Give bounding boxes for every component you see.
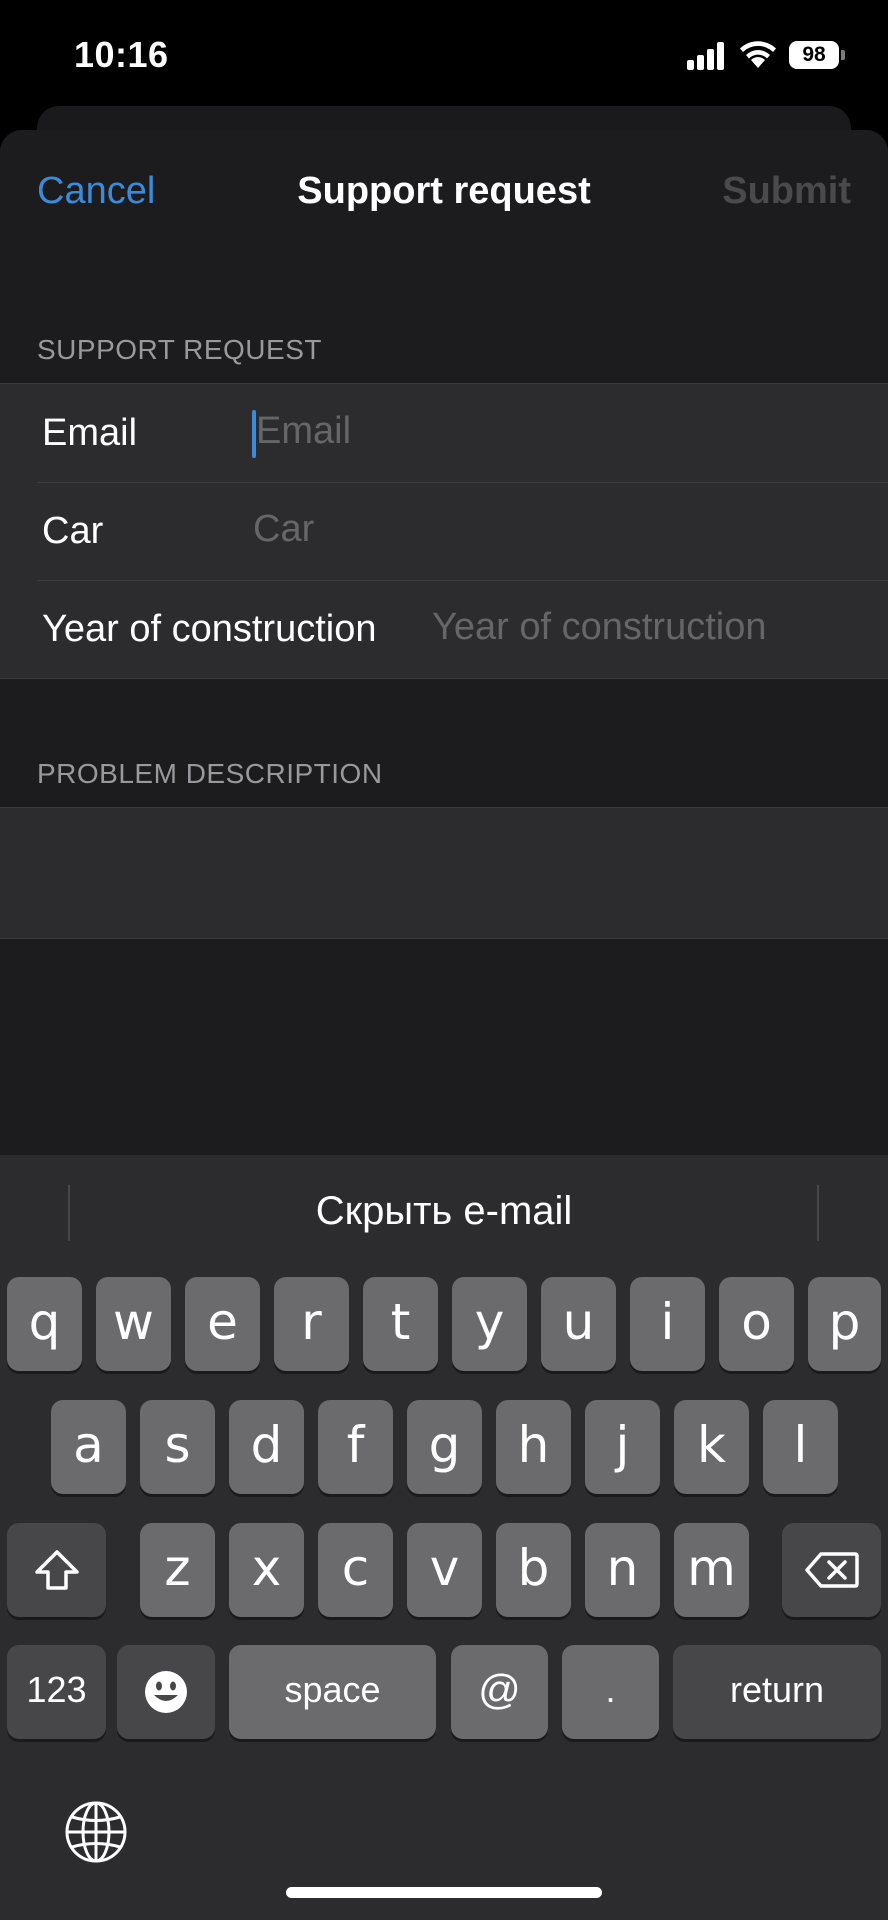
key-y[interactable]: y: [452, 1277, 527, 1371]
car-field[interactable]: Car: [253, 508, 314, 551]
space-key[interactable]: space: [229, 1645, 436, 1739]
key-d[interactable]: d: [229, 1400, 304, 1494]
support-section-header: SUPPORT REQUEST: [37, 334, 322, 365]
email-label: Email: [42, 412, 138, 454]
email-field[interactable]: Email: [256, 410, 351, 453]
year-of-construction-field[interactable]: Year of construction: [432, 606, 766, 649]
key-j[interactable]: j: [585, 1400, 660, 1494]
key-z[interactable]: z: [140, 1523, 215, 1617]
key-k[interactable]: k: [674, 1400, 749, 1494]
key-s[interactable]: s: [140, 1400, 215, 1494]
key-r[interactable]: r: [274, 1277, 349, 1371]
home-indicator[interactable]: [286, 1887, 602, 1898]
cancel-button[interactable]: Cancel: [37, 170, 155, 213]
key-v[interactable]: v: [407, 1523, 482, 1617]
key-p[interactable]: p: [808, 1277, 881, 1371]
key-t[interactable]: t: [363, 1277, 438, 1371]
globe-icon[interactable]: [64, 1800, 128, 1864]
problem-section-header: PROBLEM DESCRIPTION: [37, 758, 383, 789]
key-e[interactable]: e: [185, 1277, 260, 1371]
key-q[interactable]: q: [7, 1277, 82, 1371]
key-g[interactable]: g: [407, 1400, 482, 1494]
car-row[interactable]: Car Car: [0, 482, 888, 580]
key-x[interactable]: x: [229, 1523, 304, 1617]
backspace-icon: [804, 1552, 859, 1588]
key-o[interactable]: o: [719, 1277, 794, 1371]
key-u[interactable]: u: [541, 1277, 616, 1371]
key-w[interactable]: w: [96, 1277, 171, 1371]
key-h[interactable]: h: [496, 1400, 571, 1494]
shift-key[interactable]: [7, 1523, 106, 1617]
status-time: 10:16: [74, 34, 169, 75]
key-l[interactable]: l: [763, 1400, 838, 1494]
year-label: Year of construction: [42, 608, 377, 650]
key-c[interactable]: c: [318, 1523, 393, 1617]
key-b[interactable]: b: [496, 1523, 571, 1617]
email-row[interactable]: Email Email: [0, 384, 888, 482]
wifi-icon: [738, 38, 778, 70]
shift-icon: [34, 1550, 79, 1590]
battery-level: 98: [789, 41, 839, 69]
support-form-group: Email Email Car Car Year of construction…: [0, 383, 888, 679]
year-row[interactable]: Year of construction Year of constructio…: [0, 580, 888, 678]
key-a[interactable]: a: [51, 1400, 126, 1494]
problem-description-field[interactable]: [0, 807, 888, 939]
numbers-key[interactable]: 123: [7, 1645, 106, 1739]
status-bar: 10:16 98: [0, 0, 888, 110]
key-f[interactable]: f: [318, 1400, 393, 1494]
emoji-icon: [145, 1671, 187, 1713]
car-label: Car: [42, 510, 104, 552]
return-key[interactable]: return: [673, 1645, 881, 1739]
battery-icon: 98: [789, 41, 845, 69]
key-i[interactable]: i: [630, 1277, 705, 1371]
cellular-signal-icon: [687, 42, 727, 70]
delete-key[interactable]: [782, 1523, 881, 1617]
dot-key[interactable]: .: [562, 1645, 659, 1739]
suggestion-bar: Скрыть e-mail: [0, 1155, 888, 1270]
submit-button[interactable]: Submit: [722, 170, 851, 213]
at-key[interactable]: @: [451, 1645, 548, 1739]
key-n[interactable]: n: [585, 1523, 660, 1617]
key-m[interactable]: m: [674, 1523, 749, 1617]
hide-email-suggestion[interactable]: Скрыть e-mail: [0, 1189, 888, 1234]
emoji-key[interactable]: [117, 1645, 215, 1739]
keyboard: Скрыть e-mail q w e r t y u i o p a s d …: [0, 1155, 888, 1920]
